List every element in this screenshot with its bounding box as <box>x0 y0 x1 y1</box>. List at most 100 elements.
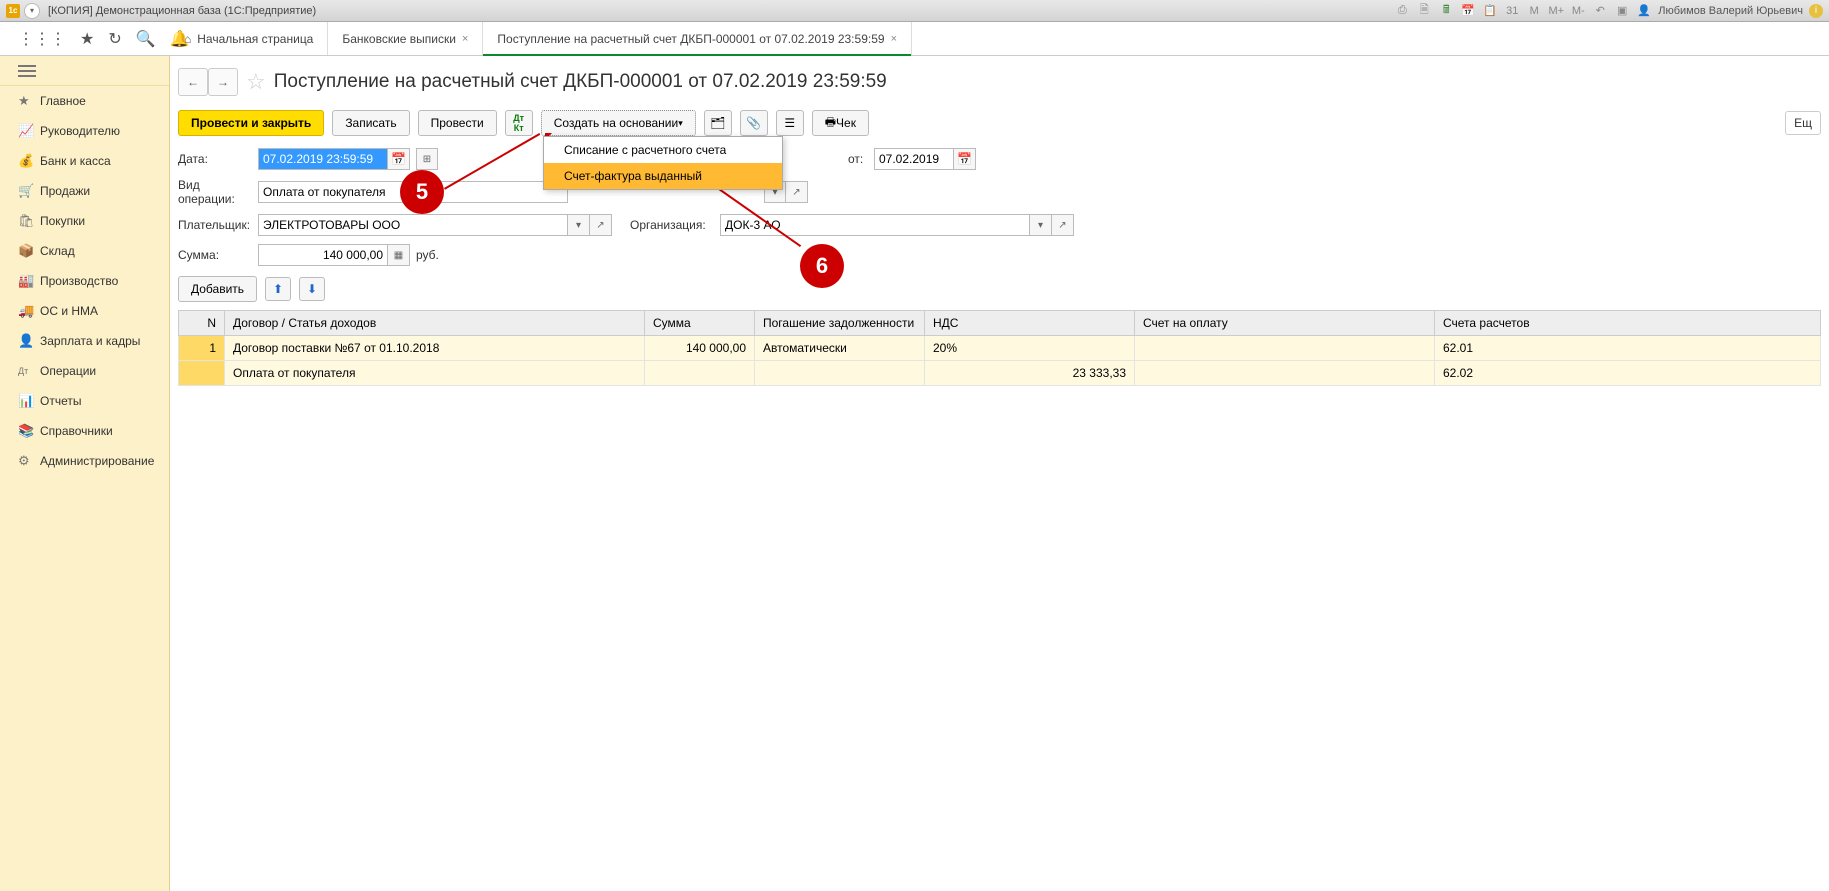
create-based-dropdown: Списание с расчетного счета Счет-фактура… <box>543 136 783 190</box>
open-icon[interactable]: ↗ <box>786 181 808 203</box>
save-button[interactable]: Записать <box>332 110 409 136</box>
calendar-icon[interactable]: 📅 <box>388 148 410 170</box>
schedule-icon[interactable]: 📋 <box>1482 3 1498 19</box>
history-icon[interactable]: ↻ <box>108 29 121 49</box>
m-minus-icon[interactable]: M- <box>1570 3 1586 19</box>
post-button[interactable]: Провести <box>418 110 497 136</box>
sidebar-label: ОС и НМА <box>40 304 98 318</box>
cart-icon: 🛒 <box>18 183 40 199</box>
sidebar-item-assets[interactable]: 🚚ОС и НМА <box>0 296 169 326</box>
open-icon[interactable]: ↗ <box>1052 214 1074 236</box>
close-icon[interactable]: × <box>462 33 468 45</box>
star-icon[interactable]: ★ <box>80 29 94 49</box>
date-icon[interactable]: 31 <box>1504 3 1520 19</box>
sidebar-item-purchases[interactable]: 🛍Покупки <box>0 206 169 236</box>
sidebar-item-manager[interactable]: 📈Руководителю <box>0 116 169 146</box>
cheque-button[interactable]: 🖶 Чек <box>812 110 869 136</box>
calc-icon[interactable]: 🖩 <box>1438 3 1454 19</box>
attach-button[interactable]: 📎 <box>740 110 768 136</box>
calendar-icon[interactable]: 📅 <box>954 148 976 170</box>
dtkt-button[interactable]: ДтКт <box>505 110 533 136</box>
list-button[interactable]: ☰ <box>776 110 804 136</box>
sidebar-item-operations[interactable]: ДтОперации <box>0 356 169 386</box>
sidebar-item-admin[interactable]: ⚙Администрирование <box>0 446 169 476</box>
sidebar-label: Отчеты <box>40 394 81 408</box>
col-sum[interactable]: Сумма <box>645 311 755 336</box>
dropdown-icon[interactable]: ▾ <box>568 214 590 236</box>
app-menu-dropdown[interactable]: ▾ <box>24 3 40 19</box>
date-label: Дата: <box>178 152 258 166</box>
payer-input[interactable] <box>258 214 568 236</box>
cell-debt: Автоматически <box>755 336 925 361</box>
bag-icon: 🛍 <box>18 213 40 229</box>
sidebar-item-production[interactable]: 🏭Производство <box>0 266 169 296</box>
print-icon[interactable]: ⎙ <box>1394 3 1410 19</box>
cell-contract: Оплата от покупателя <box>225 361 645 386</box>
m-plus-icon[interactable]: M+ <box>1548 3 1564 19</box>
table-row[interactable]: 1 Договор поставки №67 от 01.10.2018 140… <box>179 336 1821 361</box>
calc-icon[interactable]: ▦ <box>388 244 410 266</box>
apps-icon[interactable]: ⋮⋮⋮ <box>18 29 66 49</box>
title-bar: 1c ▾ [КОПИЯ] Демонстрационная база (1С:П… <box>0 0 1829 22</box>
close-icon[interactable]: × <box>891 33 897 45</box>
back-icon[interactable]: ↶ <box>1592 3 1608 19</box>
panel-icon[interactable]: ▣ <box>1614 3 1630 19</box>
payments-table: N Договор / Статья доходов Сумма Погашен… <box>178 310 1821 386</box>
col-debt[interactable]: Погашение задолженности <box>755 311 925 336</box>
from-date-input[interactable] <box>874 148 954 170</box>
callout-5: 5 <box>400 170 444 214</box>
create-based-on-button[interactable]: Создать на основании ▾ <box>541 110 696 136</box>
tab-document[interactable]: Поступление на расчетный счет ДКБП-00000… <box>483 22 912 55</box>
sidebar-collapse[interactable] <box>0 56 169 86</box>
favorite-icon[interactable]: ☆ <box>246 69 266 95</box>
col-n[interactable]: N <box>179 311 225 336</box>
col-invoice[interactable]: Счет на оплату <box>1135 311 1435 336</box>
save-icon[interactable]: 🗎 <box>1416 3 1432 19</box>
from-label: от: <box>848 152 874 166</box>
sidebar-item-warehouse[interactable]: 📦Склад <box>0 236 169 266</box>
add-row-button[interactable]: Добавить <box>178 276 257 302</box>
status-button[interactable]: ⊞ <box>416 148 438 170</box>
org-label: Организация: <box>630 218 720 232</box>
move-up-button[interactable]: ⬆ <box>265 277 291 301</box>
tab-bank-statements[interactable]: Банковские выписки × <box>328 22 483 55</box>
sidebar-item-hr[interactable]: 👤Зарплата и кадры <box>0 326 169 356</box>
calendar-icon[interactable]: 📅 <box>1460 3 1476 19</box>
post-and-close-button[interactable]: Провести и закрыть <box>178 110 324 136</box>
sidebar-item-sales[interactable]: 🛒Продажи <box>0 176 169 206</box>
dropdown-item-invoice[interactable]: Счет-фактура выданный <box>544 163 782 189</box>
nav-back-button[interactable]: ← <box>178 68 208 96</box>
sidebar-item-main[interactable]: ★Главное <box>0 86 169 116</box>
dropdown-icon[interactable]: ▾ <box>1030 214 1052 236</box>
col-contract[interactable]: Договор / Статья доходов <box>225 311 645 336</box>
tab-bank-label: Банковские выписки <box>342 32 456 46</box>
sidebar-item-bank[interactable]: 💰Банк и касса <box>0 146 169 176</box>
table-row[interactable]: Оплата от покупателя 23 333,33 62.02 <box>179 361 1821 386</box>
tab-home[interactable]: ⌂ Начальная страница <box>170 22 328 55</box>
more-button[interactable]: Ещ <box>1785 111 1821 135</box>
user-name[interactable]: Любимов Валерий Юрьевич <box>1658 5 1803 17</box>
col-vat[interactable]: НДС <box>925 311 1135 336</box>
m-icon[interactable]: M <box>1526 3 1542 19</box>
sidebar-item-reports[interactable]: 📊Отчеты <box>0 386 169 416</box>
move-down-button[interactable]: ⬇ <box>299 277 325 301</box>
sidebar-label: Продажи <box>40 184 90 198</box>
info-icon[interactable]: i <box>1809 4 1823 18</box>
nav-forward-button[interactable]: → <box>208 68 238 96</box>
currency-label: руб. <box>416 248 439 262</box>
books-icon: 📚 <box>18 423 40 439</box>
date-input[interactable] <box>258 148 388 170</box>
dropdown-item-writeoff[interactable]: Списание с расчетного счета <box>544 137 782 163</box>
open-icon[interactable]: ↗ <box>590 214 612 236</box>
org-input[interactable] <box>720 214 1030 236</box>
home-icon: ⌂ <box>184 32 191 46</box>
structure-button[interactable]: 🗂 <box>704 110 732 136</box>
sum-input[interactable] <box>258 244 388 266</box>
callout-6: 6 <box>800 244 844 288</box>
col-accounts[interactable]: Счета расчетов <box>1435 311 1821 336</box>
search-icon[interactable]: 🔍 <box>136 29 156 49</box>
sidebar-label: Производство <box>40 274 118 288</box>
sidebar-item-catalogs[interactable]: 📚Справочники <box>0 416 169 446</box>
cell-vat: 20% <box>925 336 1135 361</box>
app-logo: 1c <box>6 4 20 18</box>
